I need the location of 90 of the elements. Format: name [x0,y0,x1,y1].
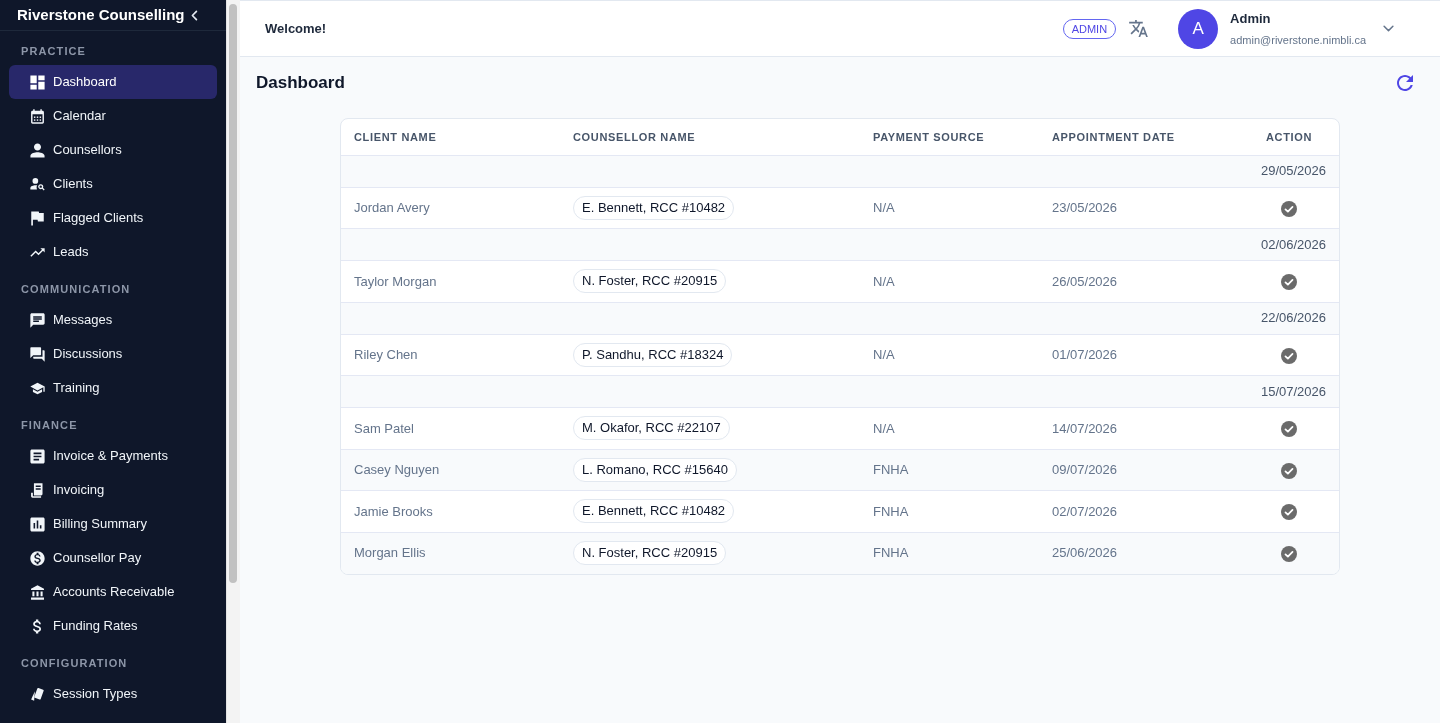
receipt-icon [30,482,45,498]
welcome-text: Welcome! [265,19,327,38]
cards-icon [30,686,45,702]
user-name: Admin [1230,10,1272,27]
sidebar-item[interactable]: Funding Rates [9,609,217,643]
app-title: Riverstone Counselling [17,6,185,24]
sidebar-item[interactable]: Clients [9,167,217,201]
counsellor-tag: L. Romano, RCC #15640 [573,457,737,482]
person-icon [30,142,45,158]
appointment-date: 01/07/2026 [1052,347,1118,362]
sidebar-item[interactable]: Invoicing [9,473,217,507]
sidebar-item[interactable]: Training [9,371,217,405]
page-title: Dashboard [256,72,345,94]
person-search-icon [30,176,45,192]
client-name: Morgan Ellis [354,545,426,561]
translate-icon[interactable] [1129,20,1149,37]
payment-source: FNHA [873,503,909,519]
appointment-date: 26/05/2026 [1052,273,1118,289]
column-header: PAYMENT SOURCE [873,130,985,143]
sidebar-item[interactable]: Calendar [9,99,217,133]
counsellor-tag: M. Okafor, RCC #22107 [573,416,730,441]
check-circle-icon[interactable] [1281,545,1297,562]
group-date: 29/05/2026 [1260,163,1326,179]
column-header: COUNSELLOR NAME [573,130,696,143]
client-name: Sam Patel [354,420,414,436]
sidebar-item[interactable]: Session Types [9,677,217,711]
section-heading: CONFIGURATION [20,656,129,671]
chevron-left-icon[interactable] [191,9,198,21]
appointment-date: 25/06/2026 [1052,545,1118,561]
check-circle-icon[interactable] [1281,274,1297,291]
appointment-date: 14/07/2026 [1052,420,1118,436]
client-name: Jordan Avery [354,200,430,215]
document-icon [30,448,45,464]
check-circle-icon[interactable] [1281,200,1297,217]
sidebar-item[interactable]: Discussions [9,337,217,371]
payment-source: N/A [873,273,895,289]
check-circle-icon[interactable] [1281,462,1297,479]
payment-source: N/A [873,420,895,436]
client-name: Jamie Brooks [354,503,433,519]
payment-source: FNHA [873,462,909,477]
group-date: 02/06/2026 [1260,236,1326,252]
counsellor-tag: N. Foster, RCC #20915 [573,269,727,294]
scrollbar-track[interactable] [226,0,240,723]
chat-bubble-icon [30,312,45,328]
appointment-date: 09/07/2026 [1052,462,1118,477]
counsellor-tag: P. Sandhu, RCC #18324 [573,342,733,367]
counsellor-tag: E. Bennett, RCC #10482 [573,499,735,524]
graduation-cap-icon [30,380,45,396]
section-heading: COMMUNICATION [20,282,132,297]
client-name: Casey Nguyen [354,462,440,477]
payment-source: FNHA [873,545,909,561]
calendar-icon [30,108,45,124]
counsellor-tag: E. Bennett, RCC #10482 [573,195,735,220]
sidebar-item[interactable]: Counsellors [9,133,217,167]
group-date: 22/06/2026 [1260,310,1326,326]
payment-source: N/A [873,347,895,362]
sidebar-item[interactable]: Billing Summary [9,507,217,541]
section-heading: PRACTICE [20,44,88,59]
client-name: Riley Chen [354,347,418,362]
column-header: CLIENT NAME [354,130,437,143]
flag-icon [30,210,45,226]
appointment-date: 02/07/2026 [1052,503,1118,519]
bar-chart-icon [30,516,45,532]
sidebar-item[interactable]: Dashboard [9,65,217,99]
sidebar-item[interactable]: Leads [9,235,217,269]
sidebar-item[interactable]: Counsellor Pay [9,541,217,575]
user-email: admin@riverstone.nimbli.ca [1230,32,1366,47]
appointment-date: 23/05/2026 [1052,200,1118,215]
group-date: 15/07/2026 [1260,383,1326,399]
check-circle-icon[interactable] [1281,421,1297,438]
sidebar-item[interactable]: Flagged Clients [9,201,217,235]
check-circle-icon[interactable] [1281,347,1297,364]
dashboard-icon [30,74,45,90]
counsellor-tag: N. Foster, RCC #20915 [573,541,727,565]
sidebar-item[interactable]: Accounts Receivable [9,575,217,609]
chat-bubbles-icon [30,346,45,362]
column-header: APPOINTMENT DATE [1052,130,1175,143]
check-circle-icon[interactable] [1281,504,1297,521]
sidebar-item[interactable]: Messages [9,303,217,337]
chevron-down-icon[interactable] [1383,25,1394,32]
refresh-icon[interactable] [1397,75,1413,91]
scrollbar-thumb[interactable] [229,4,237,583]
bank-icon [30,584,45,600]
client-name: Taylor Morgan [354,273,437,289]
column-header: ACTION [1265,130,1313,143]
avatar[interactable]: A [1178,8,1219,49]
payment-source: N/A [873,200,895,215]
section-heading: FINANCE [20,418,79,433]
dollar-coin-icon [30,550,45,566]
sidebar-item[interactable]: Invoice & Payments [9,439,217,473]
